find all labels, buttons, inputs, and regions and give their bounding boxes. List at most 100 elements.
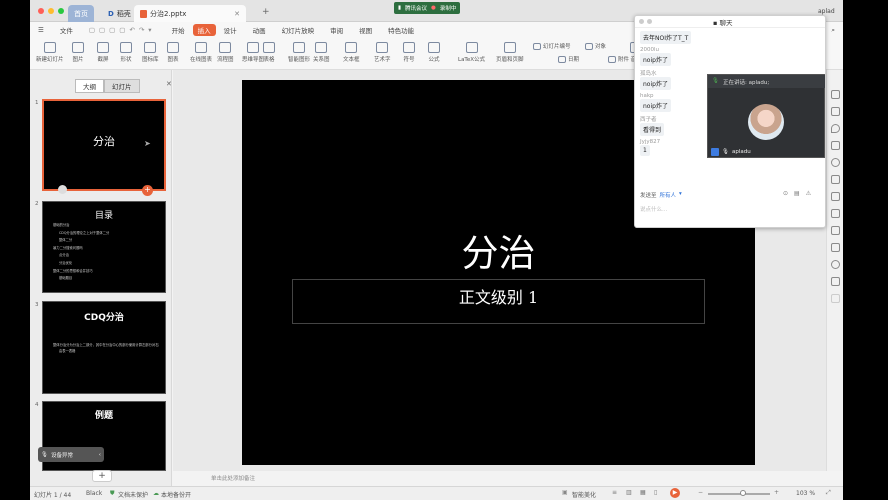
ribbon-5[interactable]: 图表 [167, 42, 179, 63]
play-slideshow-icon[interactable]: ▶ [670, 488, 680, 498]
tab-slides[interactable]: 幻灯片 [104, 79, 140, 93]
history-icon[interactable] [831, 260, 840, 269]
select-icon[interactable] [831, 107, 840, 116]
ribbon-12[interactable]: 文本框 [343, 42, 360, 63]
tab-close-icon[interactable]: ✕ [234, 10, 240, 18]
mic-device-popup[interactable]: 🎙 设备异常 ‹ [38, 447, 104, 462]
menu-2[interactable]: 设计 [216, 25, 245, 35]
slide-thumb-1[interactable]: 分治 ➤ + [42, 99, 166, 196]
backup-status[interactable]: 本地备份开 [161, 490, 191, 499]
tab-outline[interactable]: 大纲 [75, 79, 104, 93]
menu-6[interactable]: 视图 [351, 25, 380, 35]
ribbon-3[interactable]: 形状 [120, 42, 132, 63]
ribbon-6-label: 在线图表 [190, 57, 213, 63]
notes-toggle-icon[interactable]: ≡ [612, 489, 617, 496]
ribbon-15[interactable]: 公式 [428, 42, 440, 63]
meeting-indicator[interactable]: ▮ 腾讯会议 ● 录制中 [394, 2, 461, 14]
screenshot-icon[interactable]: ⊙ [783, 190, 788, 197]
ribbon-11[interactable]: 关系图 [313, 42, 330, 63]
minimize-window-icon[interactable] [48, 8, 54, 14]
slide-subtitle[interactable]: 正文级别 1 [293, 284, 704, 308]
ribbon-14[interactable]: 符号 [403, 42, 415, 63]
add-slide-button[interactable]: + [92, 470, 112, 482]
animation-icon[interactable] [831, 158, 840, 167]
ribbon-2[interactable]: 截屏 [97, 42, 109, 63]
menu-4[interactable]: 幻灯片放映 [274, 25, 323, 35]
ribbon-13-label: 艺术字 [374, 57, 391, 63]
zoom-slider-thumb[interactable] [740, 490, 746, 496]
ribbon-13[interactable]: 艺术字 [374, 42, 391, 63]
transition-icon[interactable] [831, 175, 840, 184]
smart-beautify-button[interactable]: 智能美化 [572, 490, 596, 499]
new-tab-icon[interactable]: + [262, 7, 270, 17]
maximize-window-icon[interactable] [58, 8, 64, 14]
ribbon-17[interactable]: 页眉和页脚 [496, 42, 524, 63]
normal-view-icon[interactable]: ▥ [626, 489, 632, 496]
zoom-in-icon[interactable]: + [774, 489, 779, 496]
close-chat-icon[interactable] [639, 19, 644, 24]
ribbon-0[interactable]: 新建幻灯片 [36, 42, 64, 63]
ribbon-4[interactable]: 图标库 [142, 42, 159, 63]
help-icon[interactable] [831, 277, 840, 286]
more-icon[interactable] [831, 294, 840, 303]
slide-title[interactable]: 分治 [242, 223, 755, 277]
fit-window-icon[interactable]: ⤢ [826, 489, 831, 497]
ribbon-9[interactable]: 表格 [263, 42, 275, 63]
ribbon-20[interactable]: 对象 [585, 42, 606, 50]
menu-5[interactable]: 审阅 [322, 25, 351, 35]
tab-home[interactable]: 首页 [68, 5, 94, 22]
ribbon-6[interactable]: 在线图表 [190, 42, 212, 63]
chat-message-text: noip炸了 [640, 53, 671, 66]
ribbon-7[interactable]: 流程图 [217, 42, 234, 63]
warning-icon[interactable]: ⚠ [806, 190, 811, 197]
ribbon-16[interactable]: LaTeX公式 [458, 42, 485, 63]
zoom-slider[interactable] [708, 493, 770, 495]
ribbon-1[interactable]: 图片 [72, 42, 84, 63]
menu-3[interactable]: 动画 [245, 25, 274, 35]
chat-input[interactable]: 说点什么... [640, 205, 667, 213]
doc-protect-status[interactable]: 文档未保护 [118, 490, 148, 499]
menu-1[interactable]: 插入 [192, 24, 216, 36]
search-icon[interactable]: ⌕ [823, 26, 843, 35]
backup-icon[interactable] [831, 243, 840, 252]
zoom-out-icon[interactable]: − [698, 489, 703, 496]
add-slide-icon[interactable]: + [142, 185, 153, 196]
ribbon-3-label: 形状 [120, 57, 132, 63]
send-to-selector[interactable]: 发送至 所有人 ▾ [640, 191, 682, 199]
video-panel[interactable]: 🎙 正在讲话: apladu; 🎙 apladu [707, 74, 825, 158]
style-icon[interactable] [831, 141, 840, 150]
sorter-view-icon[interactable]: ▦ [640, 489, 646, 496]
file-icon[interactable]: ▤ [794, 190, 800, 197]
ribbon-21[interactable]: 附件 [608, 55, 629, 63]
slide-thumb-3[interactable]: CDQ分治 整体分治分为分治上二部分，其中在分治中心的部分使用计算左部分对右部分… [42, 301, 166, 394]
slide-thumb-2[interactable]: 目录 基础的分治 CDQ分治的理论之上对于整体二分 整体二分 暴力二分搜索问题吗 点分治… [42, 201, 166, 293]
object-property-icon[interactable] [831, 90, 840, 99]
close-panel-icon[interactable]: ✕ [166, 80, 172, 88]
tab-document[interactable]: 分治2.pptx ✕ [134, 5, 246, 22]
reading-view-icon[interactable]: ▯ [654, 489, 657, 496]
fill-icon[interactable] [831, 124, 840, 133]
tab-daoke-label: 稻壳 [116, 9, 131, 18]
thumb-handle-icon[interactable] [58, 185, 67, 194]
ribbon-18[interactable]: 幻灯片编号 [533, 42, 571, 50]
subtitle-placeholder[interactable]: 正文级别 1 [292, 279, 705, 324]
menu-file[interactable]: 文件 [52, 25, 81, 35]
notes-placeholder[interactable]: 单击此处添加备注 [211, 474, 255, 482]
pin-icon[interactable] [831, 192, 840, 201]
zoom-level[interactable]: 103 % [796, 490, 815, 497]
quick-access-icons[interactable]: ▢▢▢▢↶↷▾ [81, 26, 164, 34]
ribbon-8[interactable]: 思维导图 [242, 42, 264, 63]
close-window-icon[interactable] [38, 8, 44, 14]
shape-icon[interactable] [831, 209, 840, 218]
ribbon-10[interactable]: 智能图形 [288, 42, 310, 63]
recording-label: 录制中 [439, 6, 457, 12]
send-to-value[interactable]: 所有人 [660, 191, 677, 199]
user-name[interactable]: aplad [818, 8, 835, 15]
hamburger-icon[interactable]: ☰ [30, 26, 52, 34]
menu-7[interactable]: 特色功能 [380, 25, 422, 35]
align-icon[interactable] [831, 226, 840, 235]
menu-0[interactable]: 开始 [164, 25, 193, 35]
tab-daoke[interactable]: D 稻壳 [102, 5, 137, 22]
ribbon-19[interactable]: 日期 [558, 55, 579, 63]
minimize-chat-icon[interactable] [647, 19, 652, 24]
